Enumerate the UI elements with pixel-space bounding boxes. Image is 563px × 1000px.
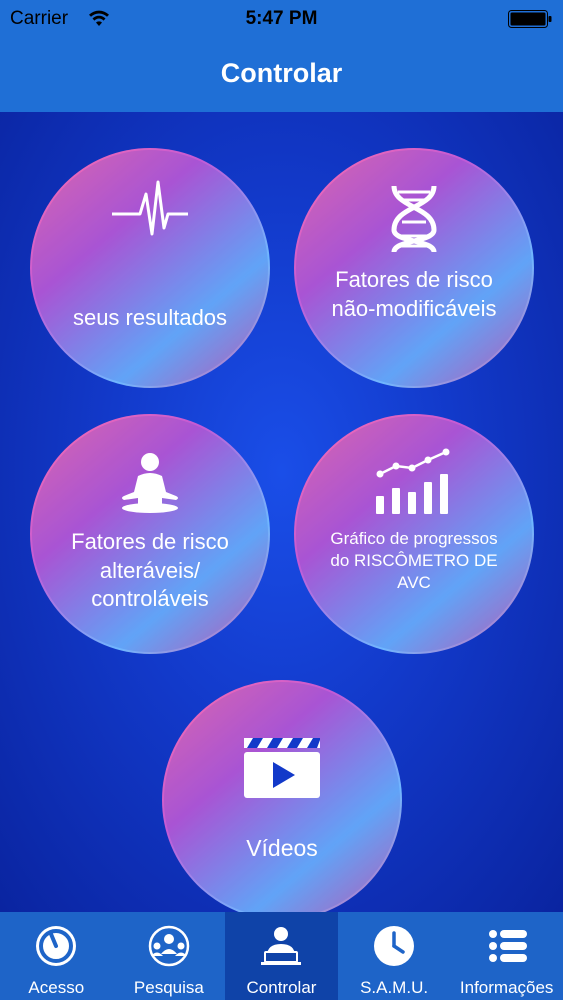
progress-chart-label: Gráfico de progressos do RISCÔMETRO DE A… — [330, 529, 498, 593]
results-button[interactable]: seus resultados — [30, 148, 270, 388]
videos-button[interactable]: Vídeos — [162, 680, 402, 912]
clock-icon — [374, 926, 415, 966]
dna-icon — [391, 185, 437, 253]
group-icon — [148, 925, 190, 967]
list-icon — [488, 930, 527, 962]
tab-label: Acesso — [28, 978, 85, 997]
tab-controlar[interactable]: Controlar — [225, 912, 338, 1000]
tab-samu[interactable]: S.A.M.U. — [338, 912, 451, 1000]
heartbeat-icon — [112, 180, 188, 236]
person-laptop-icon — [261, 927, 302, 965]
tab-label: Informações — [459, 978, 554, 997]
video-clapper-icon — [244, 738, 320, 798]
page-title: Controlar — [220, 58, 343, 88]
meditation-icon — [122, 453, 178, 513]
battery-icon — [508, 10, 552, 28]
non-modifiable-factors-button[interactable]: Fatores de risco não-modificáveis — [294, 148, 534, 388]
clock-time: 5:47 PM — [245, 8, 318, 29]
tab-label: S.A.M.U. — [360, 978, 429, 997]
modifiable-factors-label: Fatores de risco alteráveis/ controlávei… — [71, 529, 229, 612]
progress-chart-button[interactable]: Gráfico de progressos do RISCÔMETRO DE A… — [294, 414, 534, 654]
tab-label: Controlar — [246, 978, 317, 997]
dial-icon — [36, 926, 77, 966]
bar-chart-icon — [376, 448, 450, 514]
non-modifiable-factors-label: Fatores de risco não-modificáveis — [331, 267, 497, 321]
tab-pesquisa[interactable]: Pesquisa — [113, 912, 226, 1000]
controlar-menu: seus resultados Fatores de risco não-mod… — [0, 112, 563, 912]
tab-acesso[interactable]: Acesso — [0, 912, 113, 1000]
status-bar: Carrier 5:47 PM — [0, 0, 563, 40]
tab-bar: Acesso Pesquisa Controlar S.A.M.U. Infor… — [0, 912, 563, 1000]
navigation-header: Carrier 5:47 PM Controlar — [0, 0, 563, 112]
videos-label: Vídeos — [246, 835, 318, 861]
tab-label: Pesquisa — [133, 978, 204, 997]
results-label: seus resultados — [72, 305, 228, 330]
modifiable-factors-button[interactable]: Fatores de risco alteráveis/ controlávei… — [30, 414, 270, 654]
tab-informacoes[interactable]: Informações — [450, 912, 563, 1000]
